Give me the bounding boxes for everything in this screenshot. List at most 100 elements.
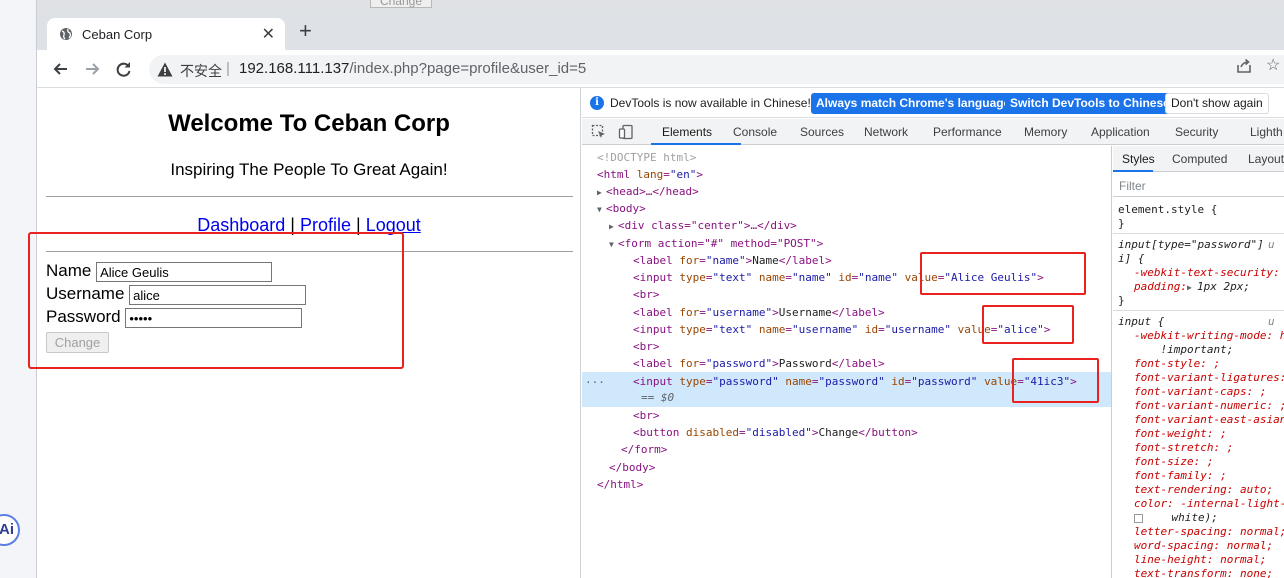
browser-tab[interactable]: Ceban Corp ✕ xyxy=(47,18,285,50)
collapse-triangle-icon[interactable]: ▼ xyxy=(609,238,618,252)
share-icon[interactable] xyxy=(1236,58,1252,74)
page-viewport: Welcome To Ceban Corp Inspiring The Peop… xyxy=(28,88,581,578)
page-title: Welcome To Ceban Corp xyxy=(168,110,450,137)
style-property: color: -internal-light- xyxy=(1134,497,1284,510)
rule-divider xyxy=(1113,310,1284,311)
rule-brace: } xyxy=(1118,217,1125,230)
rule-source[interactable]: u xyxy=(1268,238,1275,252)
style-property: line-height: normal; xyxy=(1134,553,1267,566)
dom-input-password[interactable]: <input type="password" name="password" i… xyxy=(633,375,1077,389)
background-change-button: Change xyxy=(370,0,432,8)
bookmark-star-icon[interactable]: ☆ xyxy=(1266,55,1280,75)
dom-br[interactable]: <br> xyxy=(633,340,660,354)
divider xyxy=(46,196,573,197)
reload-icon[interactable] xyxy=(114,59,134,79)
style-property-name: padding: xyxy=(1134,280,1187,293)
ai-assistant-icon[interactable]: Ai xyxy=(0,514,20,546)
style-property-cont: white); xyxy=(1134,511,1218,525)
tab-layout[interactable]: Layout xyxy=(1248,152,1284,166)
dom-head[interactable]: ▶ <head>…</head> xyxy=(597,185,699,200)
inspect-element-icon[interactable] xyxy=(591,124,607,140)
url-host: 192.168.111.137 xyxy=(239,60,350,77)
highlight-box xyxy=(1012,358,1099,403)
style-property: font-variant-ligatures: xyxy=(1134,371,1284,384)
highlight-box xyxy=(920,252,1086,295)
tab-network[interactable]: Network xyxy=(864,125,908,139)
background-window: Change xyxy=(37,0,1284,10)
dom-html-open[interactable]: <html lang="en"> xyxy=(597,168,703,182)
warning-icon[interactable] xyxy=(157,62,173,77)
dom-body-open[interactable]: ▼ <body> xyxy=(597,202,646,217)
globe-icon xyxy=(60,28,72,40)
rule-selector-cont: i] { xyxy=(1118,252,1145,265)
device-toolbar-icon[interactable] xyxy=(618,124,634,140)
tab-security[interactable]: Security xyxy=(1175,125,1218,139)
close-icon[interactable]: ✕ xyxy=(262,24,275,44)
address-bar[interactable]: 不安全 | 192.168.111.137/index.php?page=pro… xyxy=(149,55,1284,84)
dont-show-again-button[interactable]: Don't show again xyxy=(1165,93,1269,114)
browser-toolbar: 不安全 | 192.168.111.137/index.php?page=pro… xyxy=(37,50,1284,88)
always-match-language-button[interactable]: Always match Chrome's language xyxy=(811,93,1016,114)
devtools-panel: i DevTools is now available in Chinese! … xyxy=(582,88,1284,578)
style-property: font-size: ; xyxy=(1134,455,1214,468)
collapse-triangle-icon[interactable]: ▼ xyxy=(597,203,606,217)
tab-title: Ceban Corp xyxy=(82,27,153,42)
style-property-cont: !important; xyxy=(1134,343,1234,356)
style-property: padding:▶ 1px 2px; xyxy=(1134,280,1250,295)
tab-lighthouse[interactable]: Lighth xyxy=(1250,125,1283,139)
not-secure-label[interactable]: 不安全 xyxy=(180,61,222,81)
devtools-language-infobar: i DevTools is now available in Chinese! … xyxy=(582,88,1284,118)
color-swatch-icon[interactable] xyxy=(1134,513,1143,523)
dom-form-open[interactable]: ▼ <form action="#" method="POST"> xyxy=(609,237,823,252)
tab-console[interactable]: Console xyxy=(733,125,777,139)
tab-sources[interactable]: Sources xyxy=(800,125,844,139)
url-text[interactable]: 192.168.111.137/index.php?page=profile&u… xyxy=(239,60,586,77)
rule-divider xyxy=(1113,233,1284,234)
new-tab-button[interactable]: + xyxy=(299,20,312,42)
active-tab-indicator xyxy=(1113,170,1153,172)
expand-triangle-icon[interactable]: ▶ xyxy=(609,220,618,234)
style-property-value: 1px 2px; xyxy=(1196,280,1250,293)
styles-filter-input[interactable]: Filter xyxy=(1113,173,1284,197)
style-property: font-weight: ; xyxy=(1134,427,1227,440)
expand-triangle-icon[interactable]: ▶ xyxy=(1187,281,1197,295)
tab-performance[interactable]: Performance xyxy=(933,125,1002,139)
forward-arrow-icon[interactable] xyxy=(82,59,102,79)
element-style-rule: element.style { xyxy=(1118,203,1218,216)
style-property: font-style: ; xyxy=(1134,357,1221,370)
dom-form-close[interactable]: </form> xyxy=(621,443,667,457)
tab-styles[interactable]: Styles xyxy=(1122,152,1155,166)
dom-html-close[interactable]: </html> xyxy=(597,478,643,492)
dom-body-close[interactable]: </body> xyxy=(609,461,655,475)
tab-strip: Ceban Corp ✕ + xyxy=(37,10,1284,50)
url-path: /index.php?page=profile&user_id=5 xyxy=(349,60,587,77)
dom-body-text: <body> xyxy=(606,202,646,215)
style-property: -webkit-text-security: xyxy=(1134,266,1280,279)
rule-source[interactable]: u xyxy=(1268,315,1275,329)
rule-selector: input[type="password"] xyxy=(1118,238,1264,251)
style-property: font-variant-numeric: ; xyxy=(1134,399,1284,412)
dom-doctype[interactable]: <!DOCTYPE html> xyxy=(597,151,696,165)
devtools-tab-bar: Elements Console Sources Network Perform… xyxy=(582,119,1284,145)
dom-label-name[interactable]: <label for="name">Name</label> xyxy=(633,254,832,268)
tab-elements[interactable]: Elements xyxy=(662,125,712,139)
style-property: text-rendering: auto; xyxy=(1134,483,1274,496)
dom-label-password[interactable]: <label for="password">Password</label> xyxy=(633,357,885,371)
switch-to-chinese-button[interactable]: Switch DevTools to Chinese xyxy=(1005,93,1175,114)
expand-triangle-icon[interactable]: ▶ xyxy=(597,186,606,200)
tab-computed[interactable]: Computed xyxy=(1172,152,1227,166)
tab-memory[interactable]: Memory xyxy=(1024,125,1067,139)
dom-form-text: <form action="#" method="POST"> xyxy=(618,237,824,250)
rule-selector: input { xyxy=(1118,315,1165,328)
dom-br[interactable]: <br> xyxy=(633,409,660,423)
tab-application[interactable]: Application xyxy=(1091,125,1150,139)
node-actions-ellipsis[interactable]: ... xyxy=(585,373,605,387)
url-separator: | xyxy=(226,60,230,77)
dom-head-text: <head>…</head> xyxy=(606,185,699,198)
dom-label-username[interactable]: <label for="username">Username</label> xyxy=(633,306,885,320)
dom-br[interactable]: <br> xyxy=(633,288,660,302)
style-property: text-transform: none; xyxy=(1134,567,1274,578)
back-arrow-icon[interactable] xyxy=(51,59,71,79)
dom-button[interactable]: <button disabled="disabled">Change</butt… xyxy=(633,426,918,440)
dom-div-center[interactable]: ▶ <div class="center">…</div> xyxy=(609,219,797,234)
